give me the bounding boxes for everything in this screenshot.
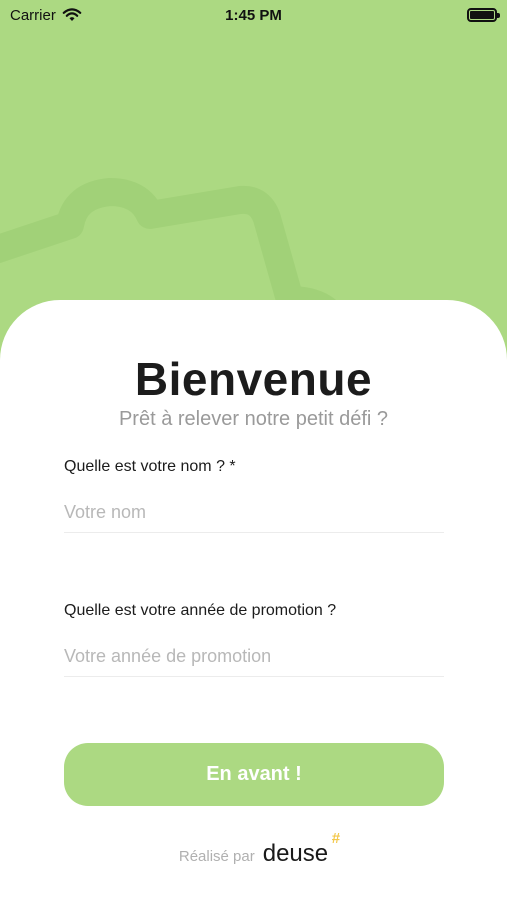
status-left: Carrier	[10, 7, 82, 24]
brand-name: deuse	[262, 840, 329, 867]
battery-icon	[467, 8, 500, 22]
page-title: Bienvenue	[134, 353, 373, 405]
promotion-input[interactable]	[64, 637, 444, 677]
submit-button[interactable]: En avant !	[64, 743, 444, 806]
brand-mark: #	[331, 830, 341, 847]
name-field-label: Quelle est votre nom ? *	[64, 458, 236, 475]
promotion-field-label: Quelle est votre année de promotion ?	[64, 602, 337, 619]
name-input[interactable]	[64, 493, 444, 533]
made-by-label: Réalisé par	[178, 848, 255, 865]
wifi-icon	[62, 8, 82, 21]
welcome-card: Bienvenue Prêt à relever notre petit déf…	[0, 300, 507, 900]
status-bar: Carrier 1:45 PM	[0, 0, 507, 30]
page-subtitle: Prêt à relever notre petit défi ?	[118, 408, 389, 430]
footer-credit: Réalisé par deuse #	[0, 830, 507, 868]
deuse-logo[interactable]: deuse #	[262, 830, 340, 868]
carrier-label: Carrier	[10, 6, 56, 24]
